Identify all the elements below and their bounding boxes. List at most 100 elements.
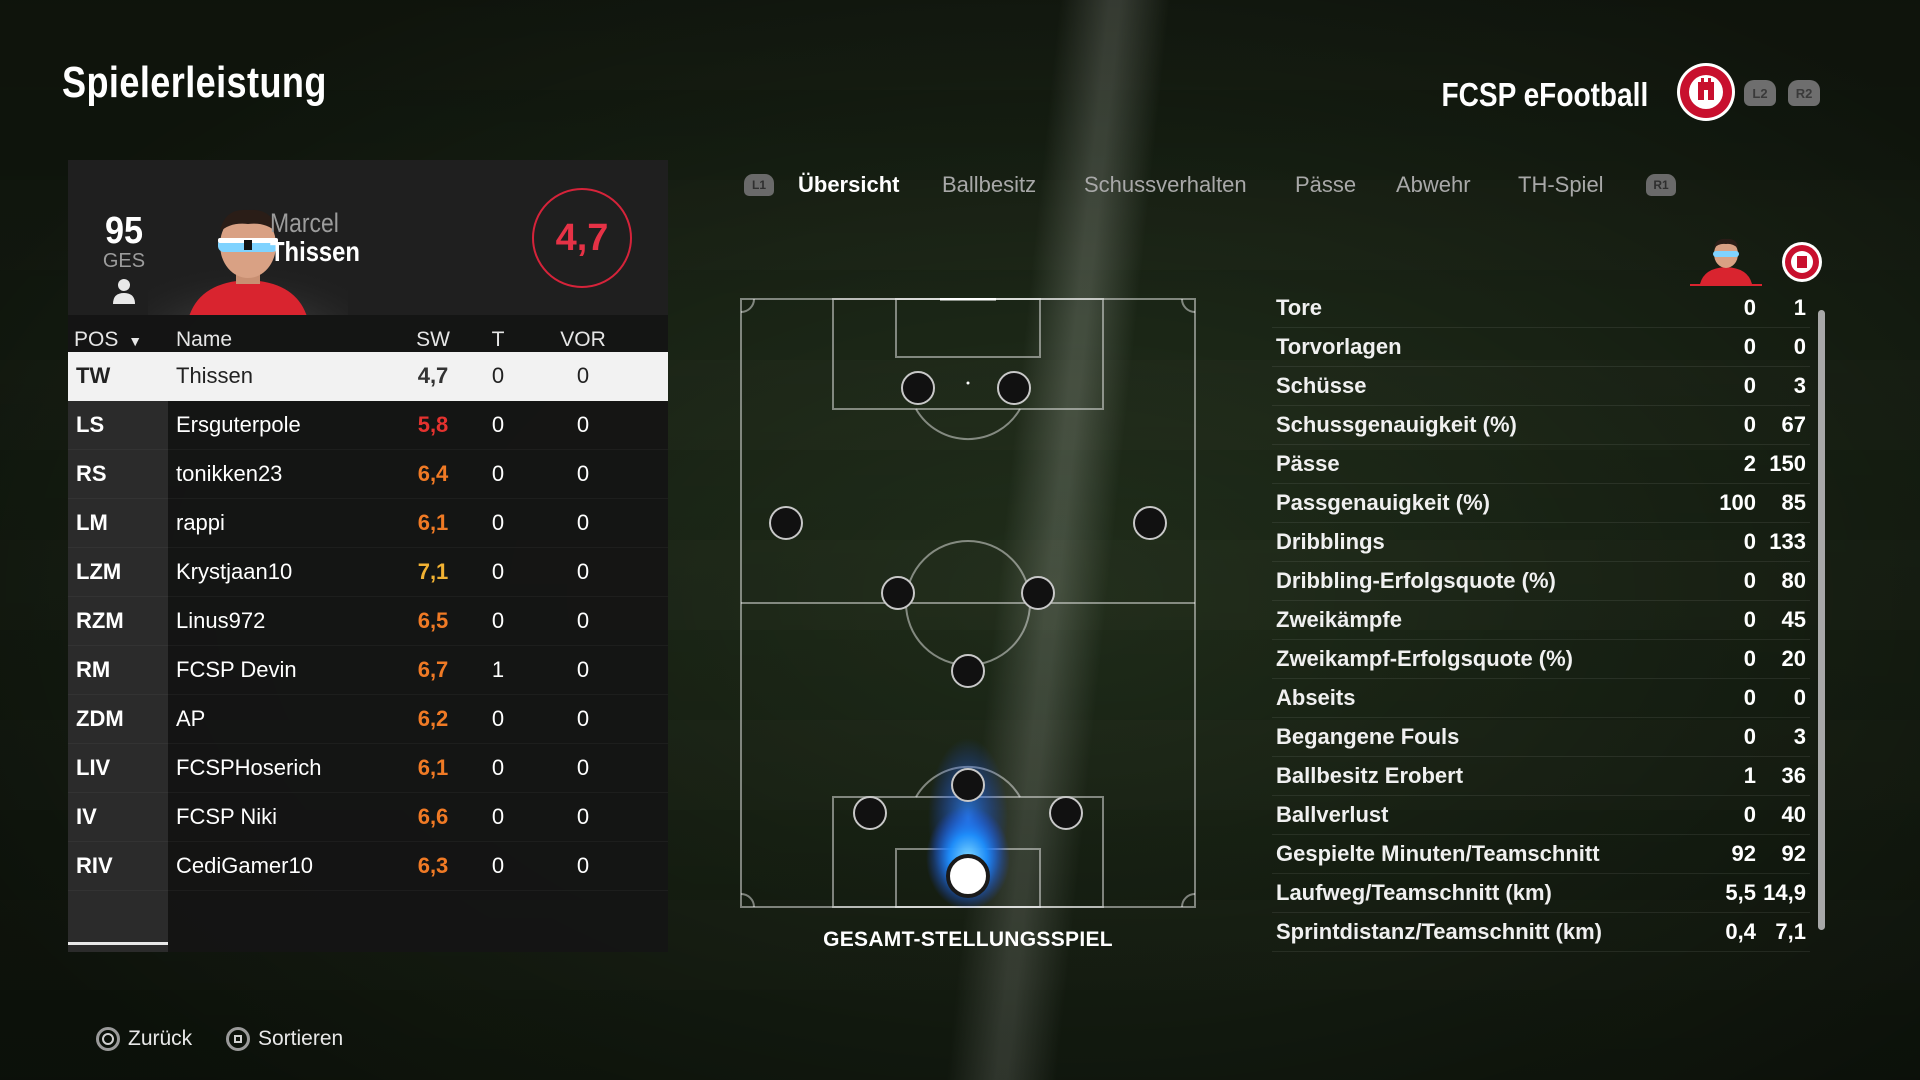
stat-label: Laufweg/Teamschnitt (km) <box>1276 880 1552 905</box>
back-label: Zurück <box>128 1027 193 1050</box>
stat-team-value: 1 <box>1793 295 1806 320</box>
r1-button-icon[interactable]: R1 <box>1646 174 1676 196</box>
table-row[interactable]: RZM Linus972 6,5 0 0 <box>68 597 668 646</box>
stat-label: Zweikämpfe <box>1276 607 1402 632</box>
match-rating-badge: 4,7 <box>532 188 632 288</box>
tab-th-spiel[interactable]: TH-Spiel <box>1518 172 1604 198</box>
player-position-marker <box>1049 796 1083 830</box>
player-position-marker <box>769 506 803 540</box>
player-name-cell: Thissen <box>176 363 254 388</box>
tab-abwehr[interactable]: Abwehr <box>1396 172 1471 198</box>
player-position-marker <box>1021 576 1055 610</box>
stat-team-value: 14,9 <box>1763 880 1806 905</box>
stat-label: Sprintdistanz/Teamschnitt (km) <box>1276 919 1602 944</box>
page-title: Spielerleistung <box>62 58 327 107</box>
assists-cell: 0 <box>576 510 590 535</box>
assists-cell: 0 <box>576 608 590 633</box>
team-name: FCSP eFootball <box>1441 76 1648 113</box>
position-cell: LZM <box>76 559 122 584</box>
tab-paesse[interactable]: Pässe <box>1295 172 1356 198</box>
goals-cell: 0 <box>491 510 505 535</box>
player-position-marker <box>951 654 985 688</box>
stat-row: Begangene Fouls 0 3 <box>1272 717 1810 757</box>
goals-cell: 1 <box>491 657 505 682</box>
l1-button-icon[interactable]: L1 <box>744 174 774 196</box>
player-card: 95 GES Marcel Thissen 4,7 <box>68 160 668 315</box>
stat-player-value: 0 <box>1743 373 1756 398</box>
table-row[interactable]: LS Ersguterpole 5,8 0 0 <box>68 401 668 450</box>
stat-row: Ballbesitz Erobert 1 36 <box>1272 756 1810 796</box>
table-row[interactable]: LZM Krystjaan10 7,1 0 0 <box>68 548 668 597</box>
goals-cell: 0 <box>491 706 505 731</box>
stat-label: Ballverlust <box>1276 802 1389 827</box>
back-button[interactable]: Zurück <box>96 1023 192 1055</box>
stat-player-value: 0 <box>1743 529 1756 554</box>
player-name-cell: FCSP Niki <box>176 804 278 829</box>
stat-team-value: 80 <box>1781 568 1806 593</box>
player-avatar-icon <box>1690 238 1762 286</box>
player-position-marker <box>997 371 1031 405</box>
position-cell: LS <box>76 412 105 437</box>
l2-button-icon[interactable]: L2 <box>1744 80 1776 106</box>
stat-label: Torvorlagen <box>1276 334 1402 359</box>
rating-cell: 7,1 <box>417 559 449 584</box>
player-name-cell: Linus972 <box>176 608 266 633</box>
stats-scrollbar-thumb[interactable] <box>1818 310 1825 930</box>
stat-row: Dribbling-Erfolgsquote (%) 0 80 <box>1272 561 1810 601</box>
position-cell: ZDM <box>76 706 124 731</box>
stat-row: Torvorlagen 0 0 <box>1272 327 1810 367</box>
sort-down-icon: ▼ <box>128 333 143 349</box>
stat-label: Dribbling-Erfolgsquote (%) <box>1276 568 1556 593</box>
stat-label: Zweikampf-Erfolgsquote (%) <box>1276 646 1574 671</box>
stat-row: Passgenauigkeit (%) 100 85 <box>1272 483 1810 523</box>
stat-player-value: 0 <box>1743 412 1756 437</box>
stat-row: Zweikampf-Erfolgsquote (%) 0 20 <box>1272 639 1810 679</box>
stats-scrollbar[interactable] <box>1818 310 1825 930</box>
table-row[interactable]: RIV CediGamer10 6,3 0 0 <box>68 842 668 891</box>
position-cell: LM <box>76 510 108 535</box>
rating-cell: 6,5 <box>417 608 449 633</box>
stat-row: Zweikämpfe 0 45 <box>1272 600 1810 640</box>
table-row[interactable]: LM rappi 6,1 0 0 <box>68 499 668 548</box>
stat-player-value: 92 <box>1731 841 1756 866</box>
table-row[interactable]: RS tonikken23 6,4 0 0 <box>68 450 668 499</box>
team-crest-icon <box>1782 242 1822 282</box>
stat-player-value: 0 <box>1743 607 1756 632</box>
player-position-marker <box>881 576 915 610</box>
position-cell: LIV <box>76 755 111 780</box>
position-cell: TW <box>76 363 111 388</box>
tab-ballbesitz[interactable]: Ballbesitz <box>942 172 1036 198</box>
rating-cell: 4,7 <box>417 363 449 388</box>
position-cell: RM <box>76 657 111 682</box>
tab-schussverhalten[interactable]: Schussverhalten <box>1084 172 1247 198</box>
table-row[interactable]: ZDM AP 6,2 0 0 <box>68 695 668 744</box>
sort-button[interactable]: Sortieren <box>226 1023 343 1055</box>
player-name-cell: CediGamer10 <box>176 853 313 878</box>
table-row[interactable]: TW Thissen 4,7 0 0 <box>68 352 668 401</box>
stat-label: Abseits <box>1276 685 1356 710</box>
position-cell: IV <box>76 804 97 829</box>
stat-player-value: 0 <box>1743 568 1756 593</box>
goals-cell: 0 <box>491 853 505 878</box>
stat-label: Dribblings <box>1276 529 1385 554</box>
stat-player-value: 0 <box>1743 685 1756 710</box>
player-name-cell: FCSP Devin <box>176 657 297 682</box>
stat-label: Schussgenauigkeit (%) <box>1276 412 1517 437</box>
club-crest-icon <box>1677 63 1735 121</box>
r2-button-icon[interactable]: R2 <box>1788 80 1820 106</box>
assists-cell: 0 <box>576 559 590 584</box>
table-row[interactable]: RM FCSP Devin 6,7 1 0 <box>68 646 668 695</box>
player-name-cell: FCSPHoserich <box>176 755 322 780</box>
stat-team-value: 7,1 <box>1775 919 1806 944</box>
table-row[interactable]: LIV FCSPHoserich 6,1 0 0 <box>68 744 668 793</box>
stat-label: Passgenauigkeit (%) <box>1276 490 1490 515</box>
circle-button-icon <box>96 1027 120 1052</box>
player-position-marker <box>1133 506 1167 540</box>
stat-player-value: 0 <box>1743 724 1756 749</box>
stat-row: Laufweg/Teamschnitt (km) 5,5 14,9 <box>1272 873 1810 913</box>
player-name-cell: Ersguterpole <box>176 412 301 437</box>
table-row[interactable]: IV FCSP Niki 6,6 0 0 <box>68 793 668 842</box>
stat-row: Tore 0 1 <box>1272 288 1810 328</box>
stat-row: Sprintdistanz/Teamschnitt (km) 0,4 7,1 <box>1272 912 1810 952</box>
tab-uebersicht[interactable]: Übersicht <box>798 172 899 198</box>
